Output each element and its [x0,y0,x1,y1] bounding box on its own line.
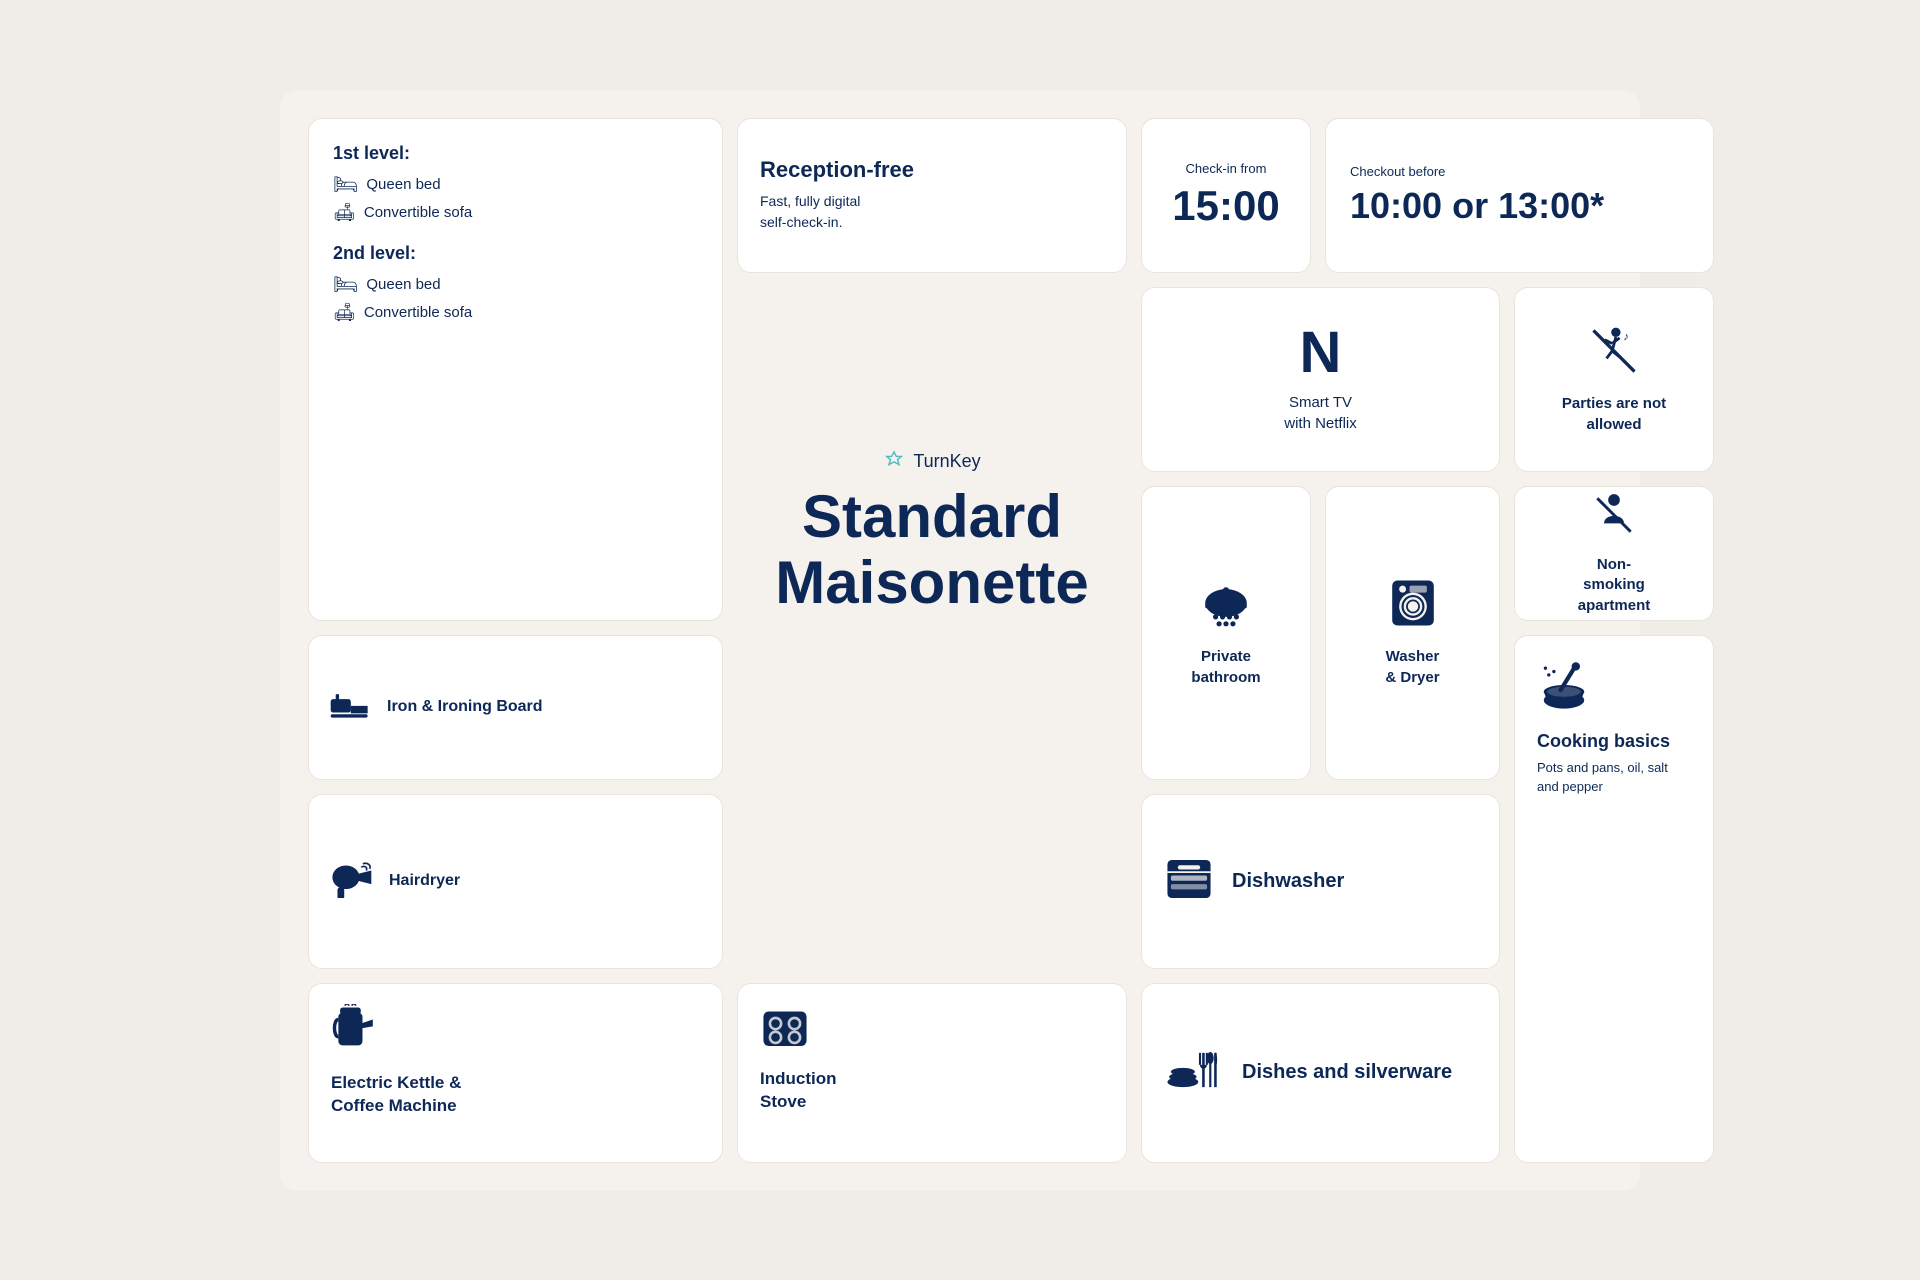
level2-sofa1: 🛋 Convertible sofa [333,302,698,323]
induction-label: InductionStove [760,1067,1104,1115]
level2-bed1: 🛏 Queen bed [333,272,698,297]
turnkey-logo-icon [883,450,905,472]
dishwasher-box: Dishwasher [1141,794,1500,969]
netflix-n: N [1300,324,1342,382]
checkin-time: 15:00 [1172,182,1279,230]
smarttv-label: Smart TVwith Netflix [1284,392,1357,434]
sleeping-box: 1st level: 🛏 Queen bed 🛋 Convertible sof… [308,118,723,621]
sofa-icon-2: 🛋 [333,302,356,323]
washer-label: Washer& Dryer [1385,646,1439,688]
cooking-sublabel: Pots and pans, oil, saltand pepper [1537,758,1691,797]
nosmoking-icon [1589,490,1639,545]
level2-section: 2nd level: 🛏 Queen bed 🛋 Convertible sof… [333,243,698,323]
brand-logo: TurnKey [883,450,980,472]
level1-sofa1: 🛋 Convertible sofa [333,202,698,223]
iron-icon [329,689,371,726]
induction-icon [760,1004,1104,1055]
main-card: 1st level: 🛏 Queen bed 🛋 Convertible sof… [280,90,1640,1191]
cooking-icon [1537,658,1691,717]
kettle-box: Electric Kettle &Coffee Machine [308,983,723,1163]
dishwasher-label: Dishwasher [1232,870,1344,893]
level1-title: 1st level: [333,143,698,164]
checkout-time: 10:00 or 13:00* [1350,185,1689,227]
level1-bed1: 🛏 Queen bed [333,172,698,197]
hairdryer-box: Hairdryer [308,794,723,969]
dishwasher-icon [1164,856,1214,907]
bathroom-icon [1198,577,1254,634]
washer-box: Washer& Dryer [1325,486,1500,780]
property-name: StandardMaisonette [775,484,1088,616]
reception-subtitle: Fast, fully digitalself-check-in. [760,191,1104,233]
hairdryer-label: Hairdryer [389,872,460,890]
brand-name: TurnKey [913,451,980,472]
grid-layout: 1st level: 🛏 Queen bed 🛋 Convertible sof… [308,118,1612,1163]
bed-icon: 🛏 [333,172,358,197]
dishes-box: Dishes and silverware [1141,983,1500,1163]
iron-box: Iron & Ironing Board [308,635,723,780]
svg-text:♪: ♪ [1623,331,1629,343]
parties-label: Parties are not allowed [1537,394,1691,435]
cooking-box: Cooking basics Pots and pans, oil, salta… [1514,635,1714,1163]
washer-icon [1387,577,1439,634]
kettle-label: Electric Kettle &Coffee Machine [331,1071,700,1119]
induction-box: InductionStove [737,983,1127,1163]
parties-box: ♪ Parties are not allowed [1514,287,1714,472]
nosmoking-box: Non-smokingapartment [1514,486,1714,621]
bathroom-box: Privatebathroom [1141,486,1311,780]
dishes-label: Dishes and silverware [1242,1061,1452,1084]
cooking-label: Cooking basics [1537,731,1691,752]
nosmoking-label: Non-smokingapartment [1578,555,1651,616]
bathroom-label: Privatebathroom [1191,646,1260,688]
checkout-label: Checkout before [1350,164,1689,179]
level2-title: 2nd level: [333,243,698,264]
checkin-label: Check-in from [1186,161,1267,176]
kettle-icon [331,1004,700,1059]
parties-icon: ♪ [1586,323,1642,384]
smarttv-box: N Smart TVwith Netflix [1141,287,1500,472]
checkout-box: Checkout before 10:00 or 13:00* [1325,118,1714,273]
iron-label: Iron & Ironing Board [387,698,543,716]
brand-box: TurnKey StandardMaisonette [737,287,1127,780]
checkin-box: Check-in from 15:00 [1141,118,1311,273]
hairdryer-icon [329,860,373,903]
sofa-icon: 🛋 [333,202,356,223]
reception-box: Reception-free Fast, fully digitalself-c… [737,118,1127,273]
reception-title: Reception-free [760,157,1104,183]
level1-section: 1st level: 🛏 Queen bed 🛋 Convertible sof… [333,143,698,223]
dishes-icon [1164,1047,1224,1098]
bed-icon-2: 🛏 [333,272,358,297]
